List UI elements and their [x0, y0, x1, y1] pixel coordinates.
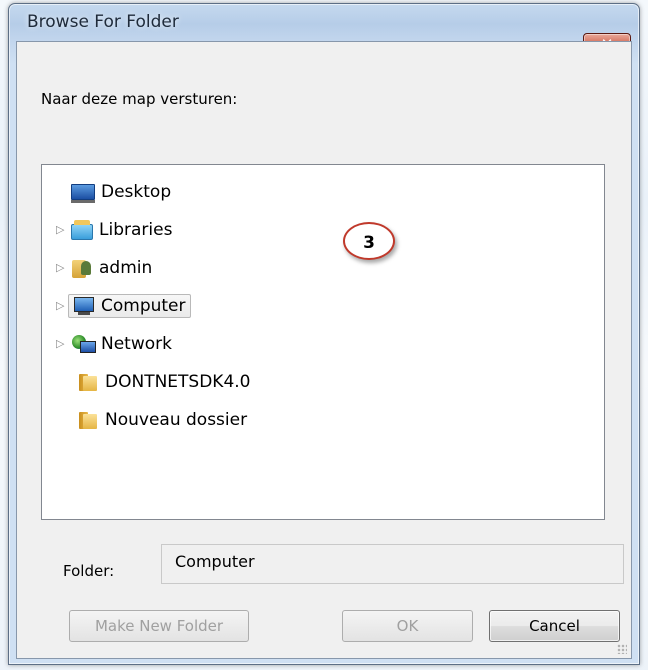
folder-tree[interactable]: Desktop ▷ Libraries ▷ admin ▷ Computer ▷… — [41, 164, 605, 520]
tree-item-label: Nouveau dossier — [105, 410, 248, 430]
step-callout-badge: 3 — [343, 222, 395, 260]
folder-icon — [77, 410, 99, 430]
expand-arrow-icon[interactable]: ▷ — [56, 223, 68, 237]
expand-arrow-icon[interactable]: ▷ — [56, 337, 68, 351]
callout-number: 3 — [363, 233, 375, 253]
tree-item-label: admin — [99, 258, 153, 278]
resize-grip-icon[interactable] — [617, 644, 627, 654]
instruction-text: Naar deze map versturen: — [41, 90, 238, 108]
tree-item-computer[interactable]: ▷ Computer — [56, 291, 191, 321]
tree-item-admin[interactable]: ▷ admin — [56, 253, 157, 283]
title-bar[interactable]: Browse For Folder — [9, 4, 639, 34]
folder-label: Folder: — [63, 562, 115, 580]
tree-item-libraries[interactable]: ▷ Libraries — [56, 215, 177, 245]
make-new-folder-button[interactable]: Make New Folder — [69, 610, 249, 642]
computer-icon — [71, 296, 95, 316]
tree-item-nouveau-dossier[interactable]: Nouveau dossier — [74, 405, 252, 435]
tree-item-network[interactable]: ▷ Network — [56, 329, 177, 359]
tree-item-dontnetsdk[interactable]: DONTNETSDK4.0 — [74, 367, 255, 397]
tree-item-label: Network — [101, 334, 172, 354]
expand-arrow-icon[interactable]: ▷ — [56, 299, 68, 313]
desktop-icon — [71, 184, 95, 203]
dialog-title: Browse For Folder — [27, 12, 179, 32]
libraries-icon — [71, 219, 93, 240]
expand-arrow-icon[interactable]: ▷ — [56, 261, 68, 275]
dialog-client-area: Naar deze map versturen: Desktop ▷ Libra… — [16, 41, 632, 659]
tree-item-desktop[interactable]: Desktop — [56, 177, 176, 207]
folder-field[interactable]: Computer — [161, 544, 624, 584]
tree-item-label: Desktop — [101, 182, 172, 202]
ok-button[interactable]: OK — [342, 610, 473, 642]
tree-item-label: DONTNETSDK4.0 — [105, 372, 251, 392]
cancel-button[interactable]: Cancel — [489, 610, 620, 642]
user-folder-icon — [71, 258, 93, 278]
folder-icon — [77, 372, 99, 392]
browse-for-folder-dialog: Browse For Folder ✕ Naar deze map verstu… — [8, 3, 640, 665]
network-icon — [71, 334, 96, 354]
tree-item-label: Libraries — [99, 220, 173, 240]
tree-item-label: Computer — [101, 296, 186, 316]
